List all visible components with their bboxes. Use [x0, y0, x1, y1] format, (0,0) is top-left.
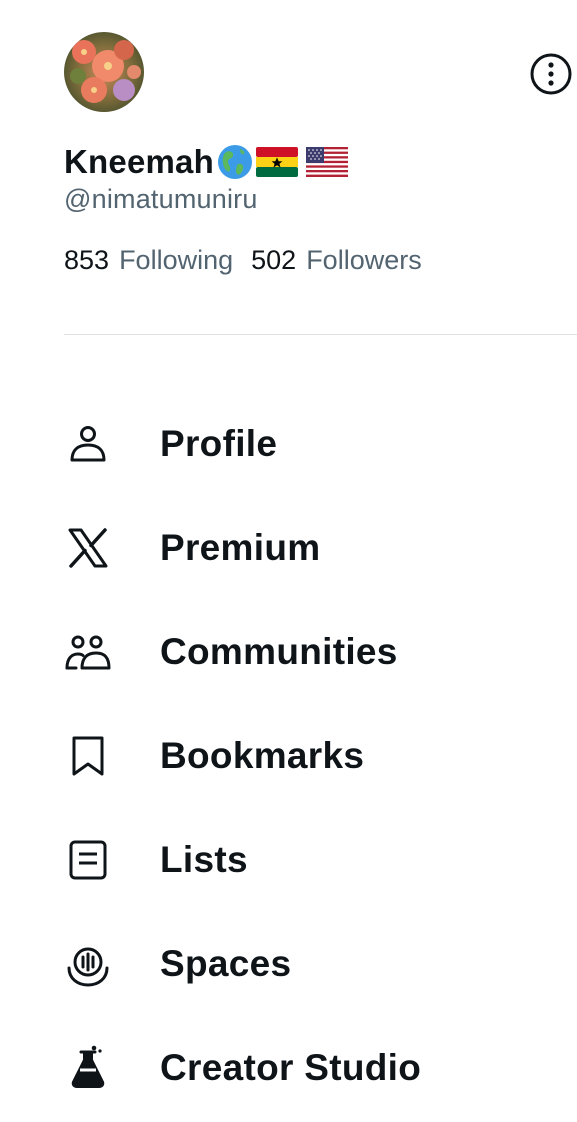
menu-label-premium: Premium: [160, 527, 321, 568]
followers-label: Followers: [306, 244, 422, 275]
bookmark-icon: [64, 732, 112, 780]
globe-americas-icon: [216, 143, 254, 181]
divider: [64, 334, 577, 335]
following-label: Following: [119, 244, 234, 275]
menu-item-premium[interactable]: Premium: [0, 496, 577, 600]
menu-item-lists[interactable]: Lists: [0, 808, 577, 912]
following-count: 853: [64, 244, 110, 275]
menu-item-communities[interactable]: Communities: [0, 600, 577, 704]
account-drawer: Kneemah @nimatumuniru 853 Following 502 …: [0, 0, 577, 1122]
ghana-flag-icon: [255, 147, 298, 177]
menu-item-bookmarks[interactable]: Bookmarks: [0, 704, 577, 808]
menu-label-lists: Lists: [160, 839, 248, 880]
menu-item-spaces[interactable]: Spaces: [0, 912, 577, 1016]
creator-studio-icon: [64, 1044, 112, 1092]
communities-icon: [64, 628, 112, 676]
more-options-button[interactable]: [529, 52, 573, 96]
followers-link[interactable]: 502 Followers: [251, 245, 422, 276]
follow-stats: 853 Following 502 Followers: [64, 242, 440, 278]
menu-label-spaces: Spaces: [160, 943, 292, 984]
menu-item-profile[interactable]: Profile: [0, 392, 577, 496]
display-name-row[interactable]: Kneemah: [64, 140, 348, 184]
spaces-icon: [64, 940, 112, 988]
more-circle-icon: [530, 53, 572, 95]
x-logo-icon: [64, 524, 112, 572]
us-flag-icon: [305, 147, 348, 177]
avatar[interactable]: [64, 32, 144, 112]
menu-item-creator-studio[interactable]: Creator Studio: [0, 1016, 577, 1120]
avatar-flower-image: [64, 32, 144, 112]
menu-label-communities: Communities: [160, 631, 398, 672]
menu-label-profile: Profile: [160, 423, 278, 464]
menu-label-bookmarks: Bookmarks: [160, 735, 365, 776]
following-link[interactable]: 853 Following: [64, 245, 233, 276]
followers-count: 502: [251, 244, 297, 275]
drawer-menu: Profile Premium Communities Bookmarks Li…: [0, 392, 577, 1120]
person-icon: [64, 420, 112, 468]
menu-label-creator-studio: Creator Studio: [160, 1047, 422, 1088]
display-name[interactable]: Kneemah: [64, 143, 214, 181]
list-icon: [64, 836, 112, 884]
user-handle[interactable]: @nimatumuniru: [64, 184, 258, 215]
